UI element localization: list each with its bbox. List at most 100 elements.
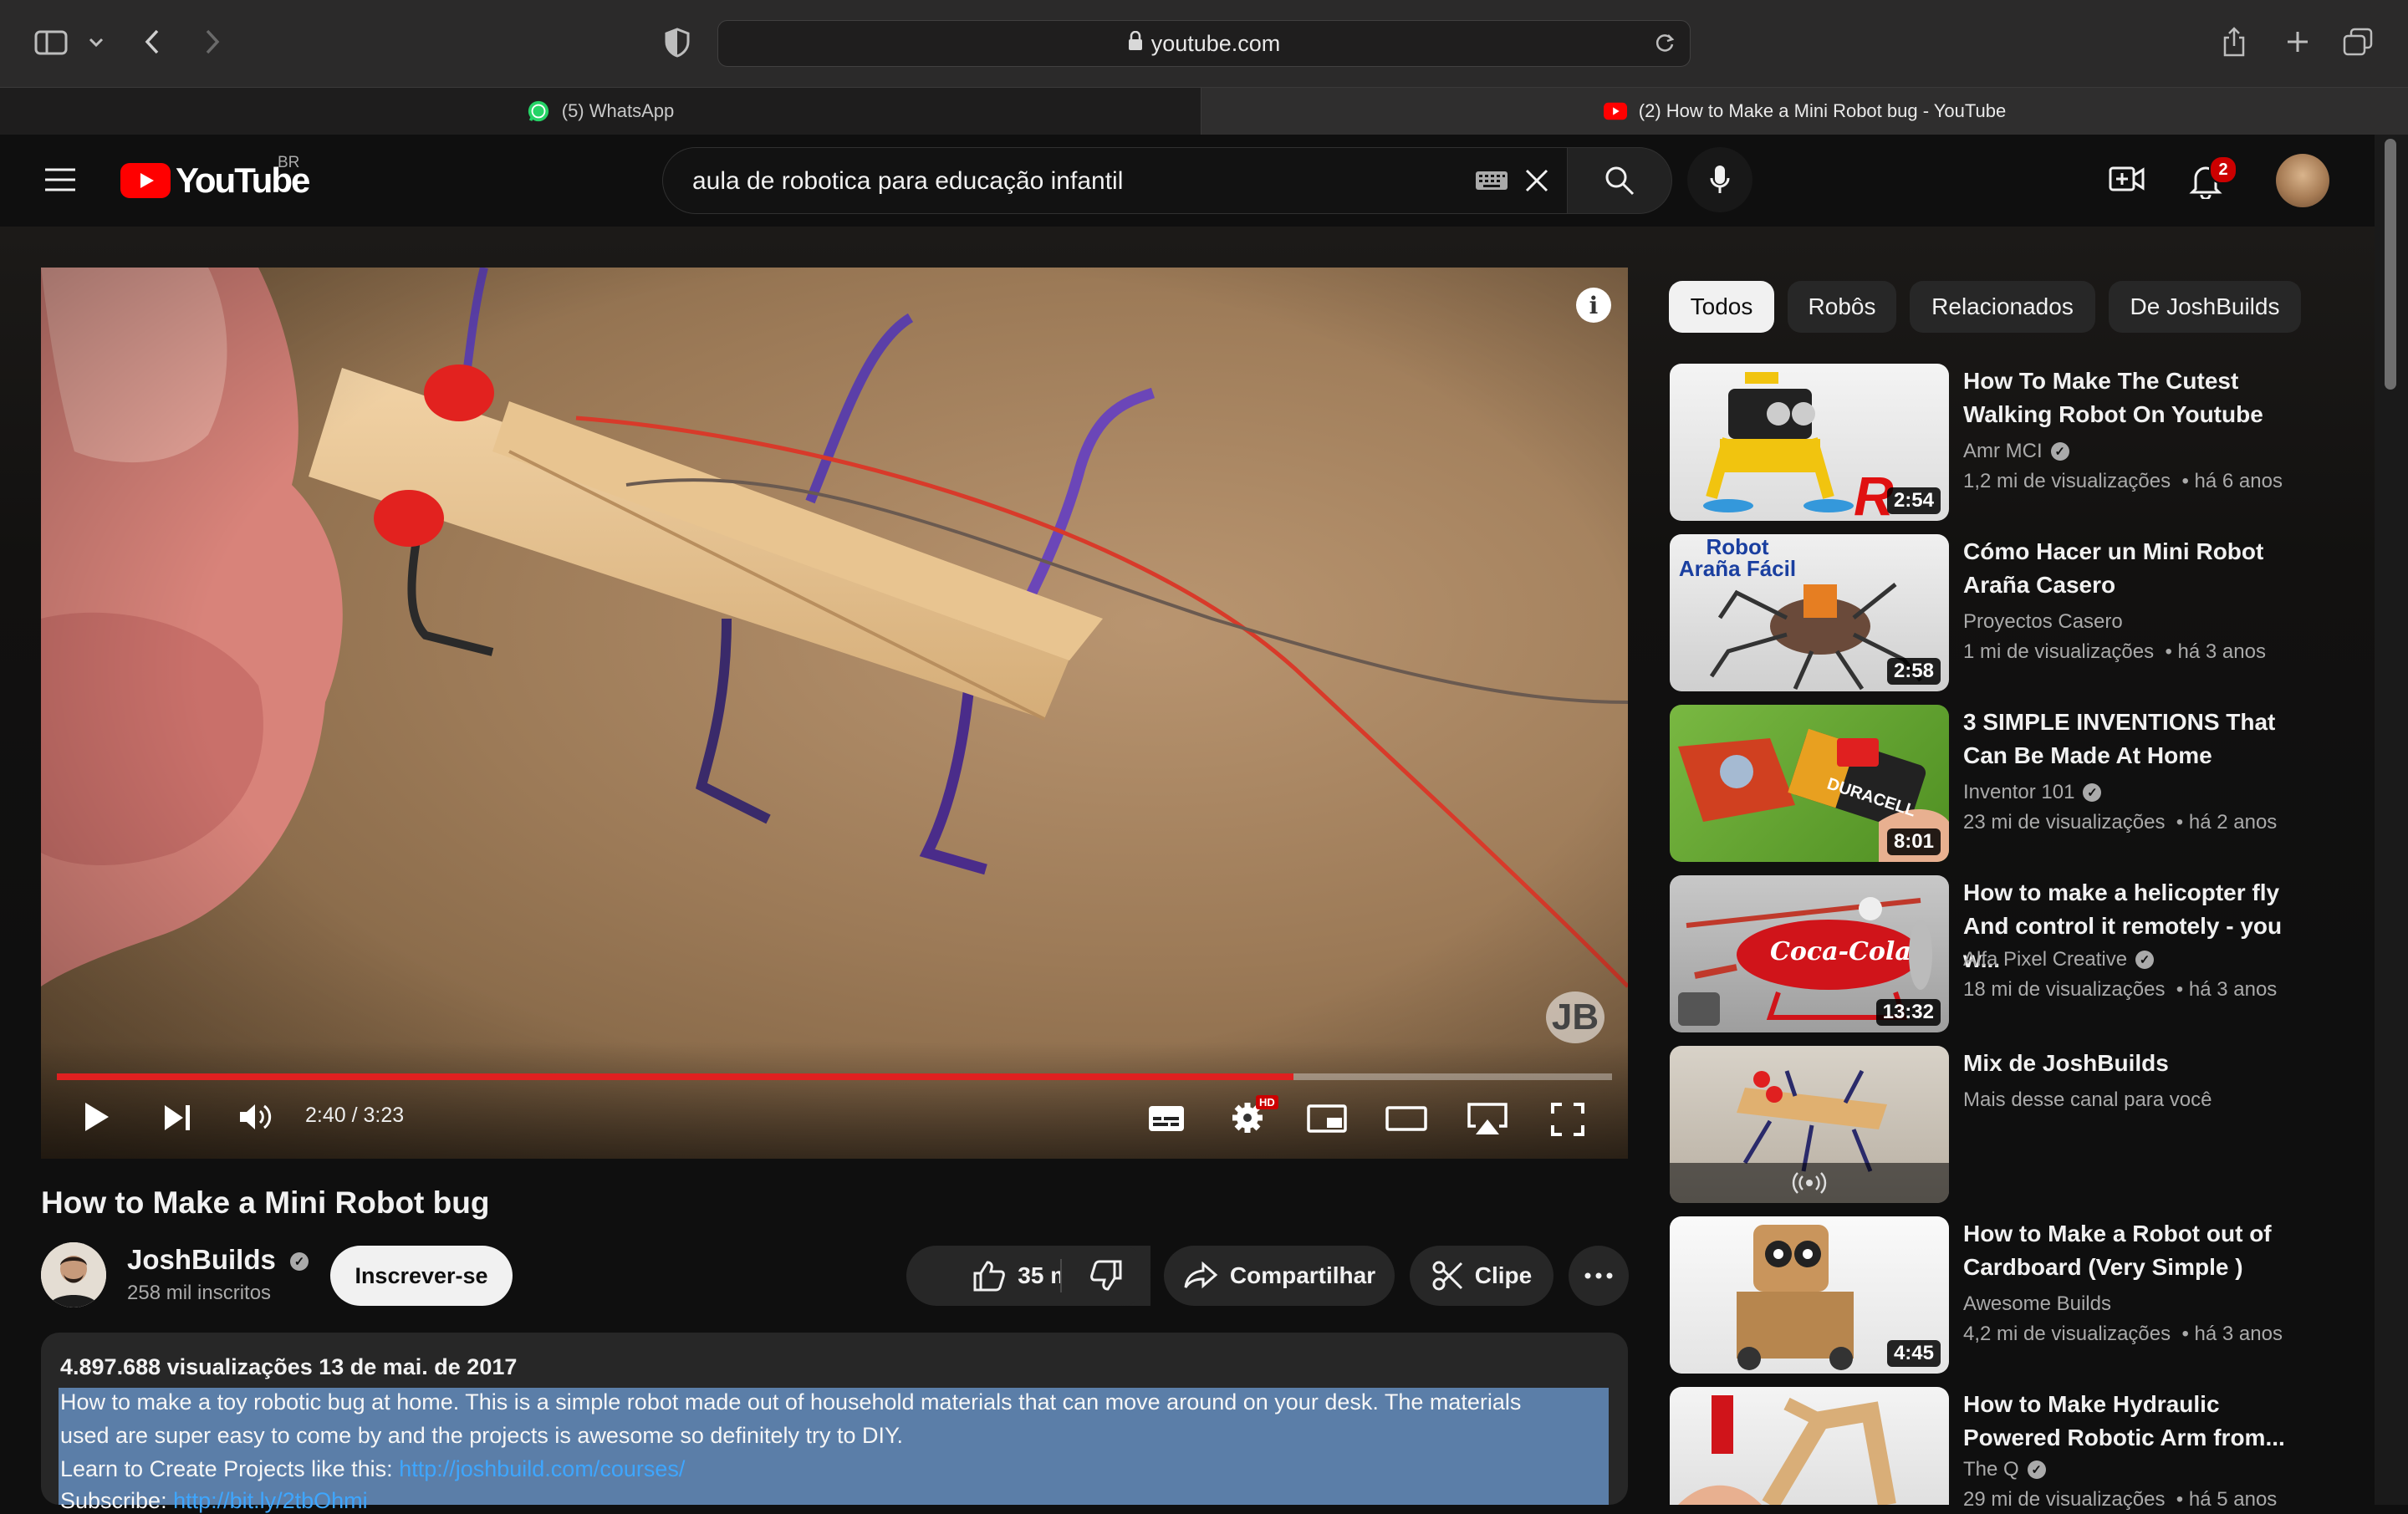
rec-title[interactable]: How to Make a Robot out of Cardboard (Ver… [1963,1217,2323,1284]
subtitles-button[interactable] [1147,1104,1186,1134]
more-horizontal-icon [1584,1272,1613,1279]
channel-watermark[interactable]: JB [1546,991,1604,1043]
rec-channel[interactable]: Proyectos Casero [1963,610,2123,634]
rec-thumbnail[interactable]: Robot Araña Fácil 2:58 [1670,534,1949,691]
play-button[interactable] [80,1100,114,1134]
next-icon [165,1105,190,1130]
subtitles-icon [1149,1106,1184,1131]
chip-de-joshbuilds[interactable]: De JoshBuilds [2109,281,2301,333]
chevron-down-icon[interactable] [84,30,109,55]
tab-label: (2) How to Make a Mini Robot bug - YouTu… [1638,100,2007,121]
airplay-button[interactable] [1465,1102,1510,1137]
video-player[interactable]: i JB [41,268,1628,1159]
verified-icon: ✓ [2135,951,2155,969]
rec-thumbnail[interactable]: Coca-Cola 13:32 [1670,875,1949,1032]
clip-button[interactable]: Clipe [1410,1246,1553,1306]
back-arrow-icon[interactable] [137,25,167,59]
thumbs-down-icon [1090,1260,1122,1291]
clear-search-icon[interactable] [1523,167,1552,196]
rec-title[interactable]: 3 SIMPLE INVENTIONS That Can Be Made At H… [1963,706,2323,772]
rec-thumbnail-image [1678,1395,1896,1505]
video-frame [41,268,1628,1159]
airplay-icon [1467,1103,1508,1134]
rec-channel[interactable]: Alfa Pixel Creative ✓ [1963,948,2155,971]
rec-age: • há 3 anos [2181,1323,2283,1345]
channel-avatar-image [41,1242,106,1308]
description-line-4-text: Subscribe: [60,1488,174,1513]
rec-title[interactable]: Mix de JoshBuilds [1963,1047,2323,1080]
create-video-button[interactable] [2109,164,2145,197]
tab-youtube[interactable]: (2) How to Make a Mini Robot bug - YouTu… [1201,88,2408,135]
rec-thumbnail[interactable]: R 2:54 [1670,364,1949,521]
menu-icon[interactable] [43,167,77,192]
theater-mode-button[interactable] [1385,1105,1428,1132]
rec-title-line: 3 SIMPLE INVENTIONS That [1963,709,2276,735]
dislike-button[interactable] [1062,1246,1150,1306]
tab-label: (5) WhatsApp [561,100,675,121]
rec-views: 18 mi de visualizações [1963,978,2166,1001]
rec-channel-text: Proyectos Casero [1963,610,2123,633]
rec-thumbnail-mix[interactable] [1670,1046,1949,1203]
scrollbar-thumb[interactable] [2385,139,2396,390]
forward-arrow-icon[interactable] [197,25,227,59]
thumbs-up-icon [973,1261,1006,1292]
subscribe-button[interactable]: Inscrever-se [330,1246,513,1306]
privacy-shield-icon[interactable] [661,25,694,60]
new-tab-icon[interactable] [2283,27,2313,57]
rec-title-line: Araña Casero [1963,572,2116,598]
search-button[interactable] [1567,147,1672,214]
chip-robos[interactable]: Robôs [1788,281,1896,333]
voice-search-button[interactable] [1687,147,1752,212]
time-display: 2:40 / 3:23 [305,1104,405,1127]
rec-thumbnail[interactable]: 4:45 [1670,1216,1949,1374]
rec-channel[interactable]: Awesome Builds [1963,1292,2111,1316]
rec-thumbnail[interactable]: DURACELL 8:01 [1670,705,1949,862]
rec-meta: 18 mi de visualizações • há 3 anos [1963,978,2277,1002]
rec-channel[interactable]: The Q ✓ [1963,1458,2046,1481]
channel-avatar[interactable] [41,1242,106,1308]
info-icon[interactable]: i [1576,288,1611,323]
video-duration: 2:58 [1886,658,1941,685]
chip-relacionados[interactable]: Relacionados [1910,281,2095,333]
rec-thumbnail[interactable] [1670,1387,1949,1505]
rec-title[interactable]: How to Make Hydraulic Powered Robotic Arm… [1963,1388,2323,1455]
rec-views: 1,2 mi de visualizações [1963,470,2171,492]
rec-channel[interactable]: Amr MCI ✓ [1963,440,2069,463]
sidebar-toggle-icon[interactable] [32,27,70,59]
miniplayer-button[interactable] [1306,1104,1348,1134]
user-avatar[interactable] [2276,154,2329,207]
subscribe-link[interactable]: http://bit.ly/2tbOhmi [173,1488,368,1513]
rec-title[interactable]: How To Make The Cutest Walking Robot On Y… [1963,364,2323,431]
microphone-icon [1710,166,1730,193]
rec-meta: 23 mi de visualizações • há 2 anos [1963,811,2277,834]
next-button[interactable] [161,1102,194,1134]
description-line-4: Subscribe: http://bit.ly/2tbOhmi [60,1488,368,1514]
courses-link[interactable]: http://joshbuild.com/courses/ [399,1456,685,1481]
tab-overview-icon[interactable] [2341,25,2375,59]
share-button[interactable]: Compartilhar [1164,1246,1395,1306]
notification-badge: 2 [2209,155,2237,184]
clip-label: Clipe [1474,1262,1533,1288]
volume-button[interactable] [237,1100,274,1134]
channel-name-text: JoshBuilds [127,1244,276,1275]
subscriber-count: 258 mil inscritos [127,1282,272,1304]
keyboard-icon[interactable] [1475,169,1508,192]
address-bar[interactable]: youtube.com [717,20,1691,67]
rec-title-line: Powered Robotic Arm from... [1963,1425,2285,1450]
tab-whatsapp[interactable]: (5) WhatsApp [0,88,1201,135]
chip-todos[interactable]: Todos [1669,281,1774,333]
rec-meta: 4,2 mi de visualizações • há 3 anos [1963,1323,2283,1346]
fullscreen-button[interactable] [1550,1102,1585,1137]
rec-title-line: Cardboard (Very Simple ) [1963,1254,2243,1280]
search-input[interactable] [691,164,1446,199]
channel-name[interactable]: JoshBuilds ✓ [127,1244,309,1276]
more-actions-button[interactable] [1569,1246,1629,1306]
video-duration: 8:01 [1886,828,1941,855]
rec-title-line: How to Make a Robot out of [1963,1221,2272,1246]
rec-title[interactable]: Cómo Hacer un Mini Robot Araña Casero [1963,535,2323,602]
rec-title-line: Cómo Hacer un Mini Robot [1963,538,2264,564]
rec-channel[interactable]: Inventor 101 ✓ [1963,781,2102,804]
share-icon[interactable] [2219,23,2249,60]
verified-icon: ✓ [2050,442,2069,461]
reload-icon[interactable] [1653,31,1676,60]
